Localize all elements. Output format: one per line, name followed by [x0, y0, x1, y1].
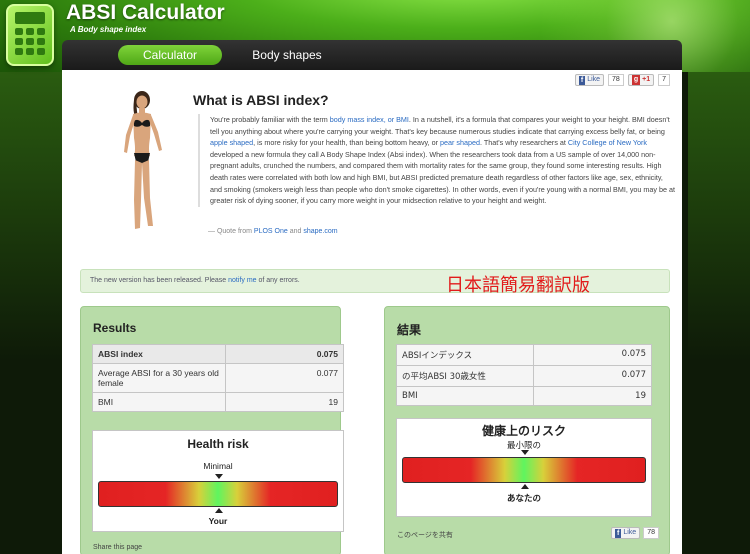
results-title-jp: 結果: [397, 323, 422, 337]
notice-text: The new version has been released. Pleas…: [90, 277, 300, 284]
notify-me-link[interactable]: notify me: [228, 277, 256, 284]
social-buttons-top: f Like 78 g +1 7: [574, 74, 670, 86]
like-label: Like: [587, 76, 601, 83]
like-label: Like: [623, 529, 637, 536]
row-label: ABSIインデックス: [396, 344, 534, 366]
minimal-marker-icon: [215, 474, 223, 479]
table-row: BMI 19: [92, 392, 344, 412]
about-quote: You're probably familiar with the term b…: [198, 114, 676, 207]
like-count: 78: [643, 527, 659, 539]
table-row: の平均ABSI 30歳女性 0.077: [396, 365, 652, 387]
row-value: 0.077: [225, 363, 344, 393]
health-risk-gauge-jp: 健康上のリスク 最小限の あなたの: [396, 418, 652, 517]
risk-gradient-bar: [402, 457, 646, 483]
health-risk-gauge: Health risk Minimal Your: [92, 430, 344, 532]
row-label: Average ABSI for a 30 years old female: [92, 363, 226, 393]
table-row: ABSIインデックス 0.075: [396, 344, 652, 366]
row-value: 0.075: [225, 344, 344, 364]
app-subtitle: A Body shape index: [70, 25, 147, 34]
quote-text: . That's why researchers at: [479, 138, 568, 148]
college-link[interactable]: City College of New York: [568, 138, 647, 147]
facebook-icon: f: [615, 528, 622, 538]
share-label: Share this page: [93, 544, 143, 551]
row-label: の平均ABSI 30歳女性: [396, 365, 534, 387]
source-and: and: [287, 228, 304, 235]
share-label-jp: このページを共有: [397, 531, 453, 539]
notice-suffix: of any errors.: [256, 277, 300, 284]
left-background: [0, 72, 62, 554]
shape-com-link[interactable]: shape.com: [303, 228, 337, 235]
calculator-logo-icon[interactable]: [6, 4, 54, 66]
quote-text: You're probably familiar with the term: [210, 115, 330, 124]
plos-one-link[interactable]: PLOS One: [254, 228, 288, 235]
your-marker-icon: [215, 508, 223, 513]
row-label: BMI: [92, 392, 226, 412]
quote-source: — Quote from PLOS One and shape.com: [208, 228, 338, 235]
notice-prefix: The new version has been released. Pleas…: [90, 277, 229, 284]
facebook-like-button[interactable]: f Like: [611, 527, 641, 539]
results-panel-jp: 結果 ABSIインデックス 0.075 の平均ABSI 30歳女性 0.077 …: [384, 306, 670, 554]
woman-bikini-illustration: [124, 91, 162, 229]
bmi-link[interactable]: body mass index, or BMI: [330, 115, 409, 124]
plus-label: +1: [642, 76, 651, 83]
gauge-minimal-label: Minimal: [203, 461, 233, 471]
table-row: ABSI index 0.075: [92, 344, 344, 364]
results-table-jp: ABSIインデックス 0.075 の平均ABSI 30歳女性 0.077 BMI…: [396, 344, 652, 406]
google-plus-button[interactable]: g +1: [627, 74, 655, 86]
main-content: f Like 78 g +1 7 What is ABSI index? You…: [62, 70, 682, 554]
right-background: [688, 72, 750, 554]
row-value: 19: [225, 392, 344, 412]
row-value: 19: [533, 386, 652, 406]
row-value: 0.075: [533, 344, 652, 366]
row-value: 0.077: [533, 365, 652, 387]
minimal-marker-icon: [521, 450, 529, 455]
like-count: 78: [608, 74, 624, 86]
gauge-title-jp: 健康上のリスク: [481, 424, 566, 438]
results-table: ABSI index 0.075 Average ABSI for a 30 y…: [92, 344, 344, 412]
risk-gradient-bar: [98, 481, 338, 507]
facebook-like-button[interactable]: f Like: [574, 74, 605, 86]
facebook-icon: f: [578, 75, 586, 85]
your-marker-icon: [521, 484, 529, 489]
table-row: Average ABSI for a 30 years old female 0…: [92, 363, 344, 393]
plus-count: 7: [658, 74, 670, 86]
source-prefix: — Quote from: [208, 228, 254, 235]
google-plus-icon: g: [631, 75, 641, 85]
quote-text: developed a new formula they call A Body…: [210, 149, 675, 206]
release-notice: The new version has been released. Pleas…: [80, 269, 670, 296]
quote-text: , is more risky for your health, than be…: [253, 138, 441, 148]
main-nav: Calculator Body shapes: [62, 40, 682, 70]
table-row: BMI 19: [396, 386, 652, 406]
apple-shaped-link[interactable]: apple shaped: [210, 138, 253, 147]
gauge-title: Health risk: [187, 437, 249, 451]
japanese-version-label: 日本語簡易翻訳版: [446, 275, 590, 296]
results-title: Results: [93, 321, 137, 335]
social-buttons-jp: f Like 78: [611, 527, 659, 539]
gauge-your-label: Your: [208, 516, 228, 526]
app-title[interactable]: ABSI Calculator: [66, 1, 225, 25]
tab-calculator[interactable]: Calculator: [118, 45, 222, 65]
pear-shaped-link[interactable]: pear shaped: [440, 138, 480, 147]
gauge-your-label-jp: あなたの: [506, 494, 541, 504]
results-panel-en: Results ABSI index 0.075 Average ABSI fo…: [80, 306, 344, 554]
about-title: What is ABSI index?: [193, 92, 329, 108]
row-label: BMI: [396, 386, 534, 406]
tab-body-shapes[interactable]: Body shapes: [237, 45, 337, 65]
row-label: ABSI index: [92, 344, 226, 364]
